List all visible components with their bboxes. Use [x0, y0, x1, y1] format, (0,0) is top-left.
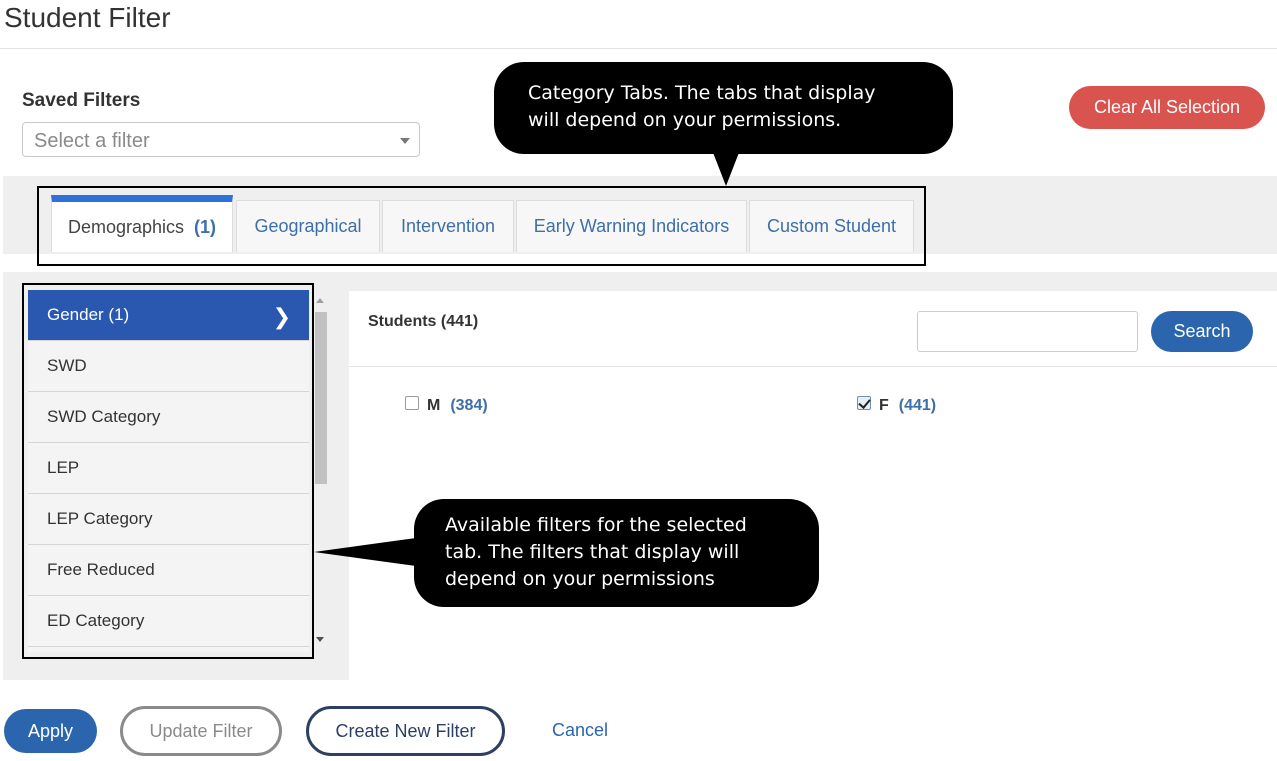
tab-early-warning-label: Early Warning Indicators — [533, 216, 730, 236]
filters-callout-line: tab. The filters that display will — [445, 541, 740, 563]
search-button[interactable]: Search — [1151, 311, 1253, 352]
tab-demographics-count: (1) — [194, 216, 217, 237]
caret-down-icon — [400, 138, 410, 144]
tab-intervention[interactable]: Intervention — [382, 200, 514, 252]
option-f-checkbox[interactable] — [857, 396, 871, 410]
filter-item-swd[interactable]: SWD — [28, 341, 309, 392]
filter-item-free-reduced[interactable]: Free Reduced — [28, 545, 309, 596]
tab-geographical[interactable]: Geographical — [236, 200, 380, 252]
scroll-down-icon[interactable] — [316, 637, 324, 642]
tabs-callout-line: Category Tabs. The tabs that display — [528, 82, 876, 104]
option-f[interactable]: F (441) — [857, 396, 937, 415]
apply-button[interactable]: Apply — [4, 709, 97, 753]
filter-item-label: LEP Category — [47, 509, 153, 528]
page-title: Student Filter — [4, 2, 171, 33]
filter-list: Gender (1) ❯ SWD SWD Category LEP LEP Ca… — [28, 290, 309, 652]
update-filter-button[interactable]: Update Filter — [120, 706, 282, 756]
option-m-count: (384) — [450, 397, 488, 414]
saved-filters-label: Saved Filters — [22, 90, 141, 111]
tab-early-warning-indicators[interactable]: Early Warning Indicators — [516, 200, 747, 252]
chevron-right-icon: ❯ — [272, 304, 291, 329]
filter-item-lep[interactable]: LEP — [28, 443, 309, 494]
tab-geographical-label: Geographical — [254, 216, 362, 236]
option-m[interactable]: M (384) — [405, 396, 488, 415]
filters-callout-line: depend on your permissions — [445, 568, 715, 590]
tab-demographics[interactable]: Demographics (1) — [51, 195, 233, 252]
tabs-callout-text: Category Tabs. The tabs that display wil… — [528, 80, 876, 134]
filter-item-lep-category[interactable]: LEP Category — [28, 494, 309, 545]
filters-callout-line: Available filters for the selected — [445, 514, 747, 536]
option-m-label: M — [427, 397, 441, 414]
clear-all-selection-button[interactable]: Clear All Selection — [1069, 86, 1265, 129]
content-divider — [349, 366, 1277, 367]
tab-demographics-label: Demographics — [67, 216, 185, 237]
filter-item-label: ED Category — [47, 611, 145, 630]
filter-scrollbar-thumb[interactable] — [315, 312, 327, 484]
scroll-up-icon[interactable] — [316, 298, 324, 303]
filter-item-label: SWD Category — [47, 407, 161, 426]
filter-item-gender[interactable]: Gender (1) ❯ — [28, 290, 309, 341]
filter-item-label: LEP — [47, 458, 80, 477]
filter-item-label: SWD — [47, 356, 87, 375]
tab-custom-student[interactable]: Custom Student — [749, 200, 914, 252]
filters-callout-text: Available filters for the selected tab. … — [445, 512, 747, 593]
filter-item-swd-category[interactable]: SWD Category — [28, 392, 309, 443]
title-divider — [0, 48, 1277, 49]
tabs-callout-line: will depend on your permissions. — [528, 109, 842, 131]
tab-custom-student-label: Custom Student — [766, 216, 897, 236]
tab-intervention-label: Intervention — [400, 216, 496, 236]
content-top-band — [349, 272, 1277, 291]
search-input[interactable] — [917, 311, 1138, 352]
saved-filter-placeholder: Select a filter — [34, 130, 150, 152]
filter-item-label: Gender (1) — [47, 305, 130, 324]
students-heading: Students (441) — [368, 313, 479, 330]
cancel-link[interactable]: Cancel — [552, 720, 608, 741]
filter-item-ed-category[interactable]: ED Category — [28, 596, 309, 647]
option-f-count: (441) — [898, 397, 937, 414]
filter-item-partial[interactable] — [28, 647, 309, 652]
option-f-label: F — [879, 397, 889, 414]
option-m-checkbox[interactable] — [405, 396, 419, 410]
filter-item-label: Free Reduced — [47, 560, 155, 579]
saved-filter-select[interactable]: Select a filter — [22, 122, 420, 157]
create-new-filter-button[interactable]: Create New Filter — [306, 706, 505, 756]
